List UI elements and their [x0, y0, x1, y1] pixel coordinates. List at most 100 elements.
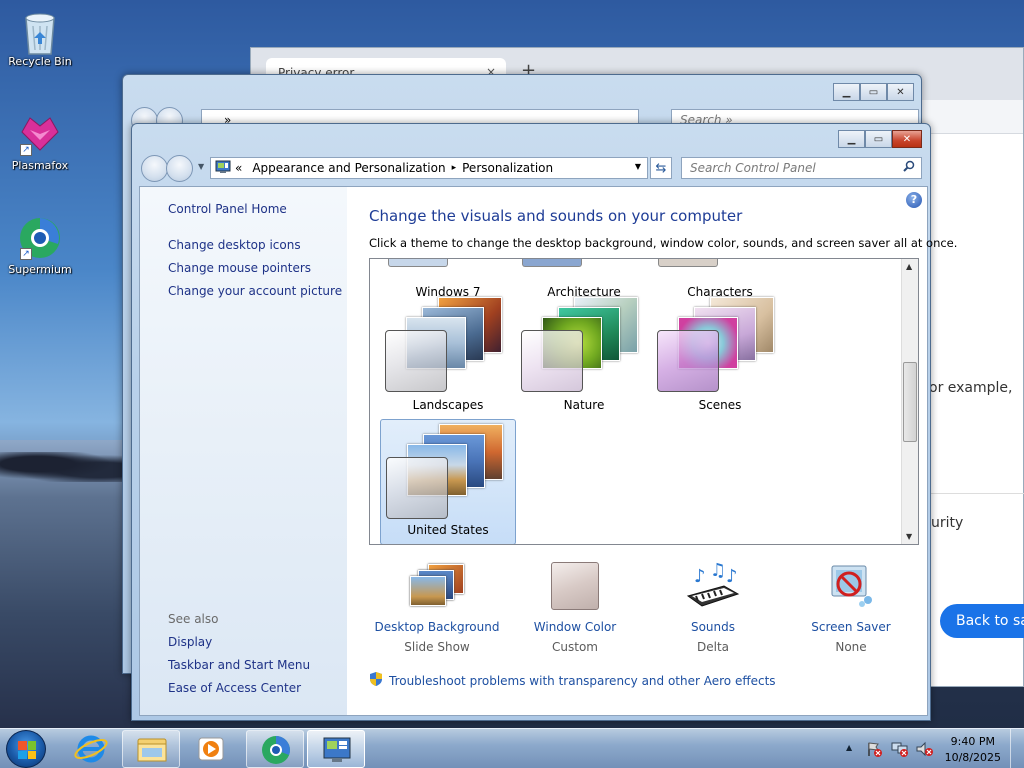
- theme-architecture[interactable]: Architecture: [516, 259, 652, 299]
- volume-icon[interactable]: [916, 741, 934, 760]
- recent-pages-chevron-icon[interactable]: ▼: [198, 162, 204, 171]
- taskbar: ▲ 9:40 PM 10/8/2025: [0, 728, 1024, 768]
- sidebar: Control Panel Home Change desktop icons …: [140, 187, 347, 715]
- theme-label: Scenes: [698, 398, 742, 412]
- show-desktop-button[interactable]: [1010, 729, 1024, 768]
- theme-landscapes[interactable]: Landscapes: [380, 293, 516, 419]
- bottom-item-title[interactable]: Window Color: [507, 620, 643, 634]
- sidebar-taskbar-start-menu[interactable]: Taskbar and Start Menu: [168, 658, 310, 672]
- supermium-icon: [262, 736, 290, 764]
- refresh-icon: ⇆: [655, 160, 667, 176]
- maximize-button[interactable]: ▭: [865, 130, 892, 148]
- back-to-safety-button[interactable]: Back to safe: [940, 604, 1024, 638]
- theme-windows-7[interactable]: Windows 7: [380, 259, 516, 299]
- svg-text:♫: ♫: [710, 562, 726, 581]
- desktop-background-icon: [408, 562, 466, 610]
- window-color-swatch: [386, 457, 448, 519]
- search-icon[interactable]: [903, 160, 915, 175]
- window-body: Control Panel Home Change desktop icons …: [139, 186, 957, 716]
- plasmafox-icon: ↗: [18, 112, 62, 156]
- svg-text:♪: ♪: [726, 566, 738, 587]
- sidebar-change-mouse-pointers[interactable]: Change mouse pointers: [168, 261, 311, 275]
- theme-label: Nature: [563, 398, 605, 412]
- theme-characters[interactable]: Characters: [652, 259, 788, 299]
- start-button[interactable]: [6, 730, 46, 768]
- desktop-icon-label: Plasmafox: [11, 159, 69, 172]
- sidebar-ease-of-access[interactable]: Ease of Access Center: [168, 681, 301, 695]
- address-bar[interactable]: « Appearance and Personalization ▸ Perso…: [210, 157, 648, 179]
- address-dropdown-icon[interactable]: ▼: [635, 162, 641, 171]
- theme-scenes[interactable]: Scenes: [652, 293, 788, 419]
- desktop-icon-recycle-bin[interactable]: Recycle Bin: [2, 8, 78, 68]
- breadcrumb-separator-icon[interactable]: ▸: [452, 163, 457, 173]
- search-input[interactable]: Search Control Panel: [681, 157, 922, 179]
- sidebar-control-panel-home[interactable]: Control Panel Home: [168, 202, 287, 216]
- personalization-window[interactable]: ▁ ▭ ✕ ▼ « Appearance and Personalization…: [131, 123, 957, 721]
- troubleshoot-link[interactable]: Troubleshoot problems with transparency …: [369, 671, 776, 690]
- desktop-icon-supermium[interactable]: ↗ Supermium: [2, 216, 78, 276]
- action-center-flag-icon[interactable]: [866, 741, 882, 760]
- troubleshoot-text[interactable]: Troubleshoot problems with transparency …: [389, 674, 776, 688]
- taskbar-control-panel[interactable]: [307, 730, 365, 768]
- control-panel-icon: [323, 737, 351, 762]
- window-color-swatch: [521, 330, 583, 392]
- system-clock[interactable]: 9:40 PM 10/8/2025: [945, 734, 1001, 766]
- back-button[interactable]: [141, 155, 168, 182]
- see-also-heading: See also: [168, 612, 219, 626]
- taskbar-media-player[interactable]: [182, 730, 240, 768]
- browser-security-text: urity: [931, 515, 964, 531]
- sounds-link[interactable]: ♪ ♫ ♪ Sounds Delta: [645, 560, 781, 654]
- folder-icon: [137, 738, 167, 762]
- minimize-button[interactable]: ▁: [833, 83, 860, 101]
- taskbar-supermium[interactable]: [246, 730, 304, 768]
- nav-buttons: [141, 155, 193, 182]
- desktop-background-link[interactable]: Desktop Background Slide Show: [369, 562, 505, 654]
- refresh-button[interactable]: ⇆: [650, 157, 672, 179]
- scrollbar-thumb[interactable]: [903, 362, 917, 442]
- clock-time: 9:40 PM: [950, 735, 995, 748]
- bottom-item-value: Delta: [696, 640, 729, 654]
- theme-nature[interactable]: Nature: [516, 293, 652, 419]
- tray-overflow-icon[interactable]: ▲: [846, 743, 852, 752]
- page-description: Click a theme to change the desktop back…: [369, 236, 958, 250]
- screen-saver-link[interactable]: Screen Saver None: [783, 562, 919, 654]
- behind-caption-buttons: ▁ ▭ ✕: [833, 83, 914, 101]
- supermium-icon: ↗: [18, 216, 62, 260]
- bottom-item-value: Custom: [552, 640, 598, 654]
- sidebar-change-desktop-icons[interactable]: Change desktop icons: [168, 238, 301, 252]
- taskbar-explorer[interactable]: [122, 730, 180, 768]
- bottom-item-title[interactable]: Sounds: [645, 620, 781, 634]
- sidebar-change-account-picture[interactable]: Change your account picture: [168, 284, 342, 298]
- close-button[interactable]: ✕: [892, 130, 922, 148]
- scroll-down-icon[interactable]: ▼: [906, 532, 912, 541]
- breadcrumb-appearance[interactable]: Appearance and Personalization: [252, 161, 445, 175]
- breadcrumb-overflow[interactable]: «: [235, 161, 242, 175]
- sidebar-display[interactable]: Display: [168, 635, 212, 649]
- clock-date: 10/8/2025: [944, 751, 1001, 764]
- control-panel-icon: [215, 160, 231, 177]
- sounds-icon: ♪ ♫ ♪: [684, 560, 742, 610]
- internet-explorer-icon: [74, 735, 108, 763]
- maximize-button[interactable]: ▭: [860, 83, 887, 101]
- bottom-item-title[interactable]: Desktop Background: [369, 620, 505, 634]
- page-title: Change the visuals and sounds on your co…: [369, 207, 743, 225]
- forward-button[interactable]: [166, 155, 193, 182]
- theme-united-states[interactable]: United States: [380, 419, 516, 544]
- bottom-item-value: Slide Show: [404, 640, 470, 654]
- scroll-up-icon[interactable]: ▲: [906, 262, 912, 271]
- caption-buttons: ▁ ▭ ✕: [838, 130, 922, 148]
- breadcrumb-personalization[interactable]: Personalization: [462, 161, 553, 175]
- network-icon[interactable]: [891, 741, 909, 760]
- customization-links: Desktop Background Slide Show Window Col…: [369, 560, 929, 657]
- theme-label: Landscapes: [412, 398, 484, 412]
- taskbar-internet-explorer[interactable]: [62, 730, 120, 768]
- window-color-link[interactable]: Window Color Custom: [507, 562, 643, 654]
- theme-gallery[interactable]: Windows 7 Architecture Characters Landsc: [369, 258, 919, 545]
- close-button[interactable]: ✕: [887, 83, 914, 101]
- minimize-button[interactable]: ▁: [838, 130, 865, 148]
- bottom-item-title[interactable]: Screen Saver: [783, 620, 919, 634]
- desktop-icon-label: Recycle Bin: [8, 55, 72, 68]
- desktop-icon-plasmafox[interactable]: ↗ Plasmafox: [2, 112, 78, 172]
- theme-scrollbar[interactable]: ▲ ▼: [901, 259, 918, 544]
- help-icon[interactable]: ?: [906, 192, 922, 208]
